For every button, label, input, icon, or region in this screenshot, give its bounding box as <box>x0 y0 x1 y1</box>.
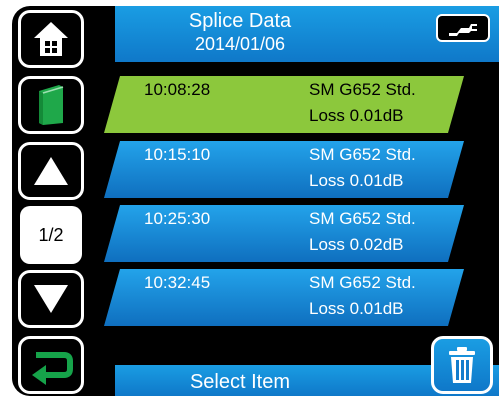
entry-loss: Loss 0.01dB <box>309 106 404 125</box>
page-title: Splice Data <box>188 10 292 32</box>
delete-button[interactable] <box>431 336 493 394</box>
splice-entry-row[interactable]: 10:32:45 SM G652 Std. Loss 0.01dB <box>104 269 464 326</box>
scroll-down-button[interactable] <box>18 270 84 328</box>
trash-icon <box>449 347 475 383</box>
book-icon <box>39 85 64 125</box>
footer-instruction: Select Item <box>189 371 291 393</box>
splice-entry-row[interactable]: 10:15:10 SM G652 Std. Loss 0.01dB <box>104 141 464 198</box>
page-indicator: 1/2 <box>20 206 82 264</box>
page-date: 2014/01/06 <box>194 34 286 54</box>
up-arrow-icon <box>34 157 68 185</box>
down-arrow-icon <box>34 285 68 313</box>
home-icon <box>34 22 68 56</box>
entry-loss: Loss 0.02dB <box>309 235 404 254</box>
splice-data-screen: Splice Data 2014/01/06 1/2 10:08:28 SM G… <box>12 6 499 396</box>
report-book-button[interactable] <box>18 76 84 134</box>
entry-time: 10:15:10 <box>144 145 211 164</box>
entry-time: 10:25:30 <box>144 209 211 228</box>
entry-fiber-type: SM G652 Std. <box>309 145 416 164</box>
entry-fiber-type: SM G652 Std. <box>309 80 416 99</box>
scroll-up-button[interactable] <box>18 142 84 200</box>
splice-entry-row[interactable]: 10:25:30 SM G652 Std. Loss 0.02dB <box>104 205 464 262</box>
entry-fiber-type: SM G652 Std. <box>309 273 416 292</box>
plug-icon <box>449 24 477 36</box>
back-button[interactable] <box>18 336 84 394</box>
power-plug-button[interactable] <box>436 14 490 42</box>
home-button[interactable] <box>18 10 84 68</box>
entry-time: 10:08:28 <box>144 80 211 99</box>
entry-loss: Loss 0.01dB <box>309 299 404 318</box>
return-arrow-icon <box>32 352 73 385</box>
entry-time: 10:32:45 <box>144 273 211 292</box>
entry-loss: Loss 0.01dB <box>309 171 404 190</box>
entry-fiber-type: SM G652 Std. <box>309 209 416 228</box>
splice-entry-row[interactable]: 10:08:28 SM G652 Std. Loss 0.01dB <box>104 76 464 133</box>
